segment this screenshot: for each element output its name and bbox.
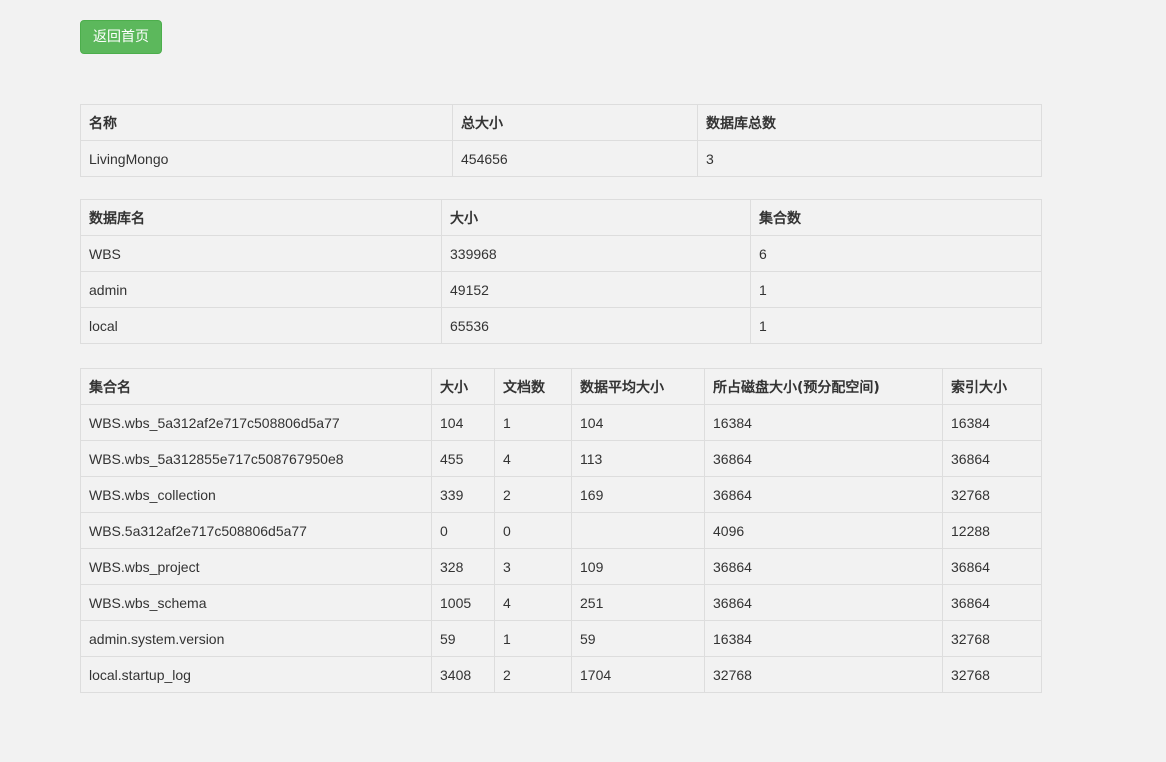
cell-doc-count: 1 [494, 404, 572, 441]
cell-size: 59 [431, 620, 495, 657]
cell-doc-count: 4 [494, 584, 572, 621]
cell-size: 104 [431, 404, 495, 441]
table-row: admin.system.version 59 1 59 16384 32768 [80, 620, 1042, 657]
cell-db-count: 3 [697, 140, 1042, 177]
table-row: WBS.wbs_5a312af2e717c508806d5a77 104 1 104 1… [80, 404, 1042, 441]
cell-storage-size: 36864 [704, 548, 943, 585]
cell-doc-count: 4 [494, 440, 572, 477]
cell-index-size: 32768 [942, 476, 1042, 513]
cell-index-size: 16384 [942, 404, 1042, 441]
cell-storage-size: 32768 [704, 656, 943, 693]
cell-size: 339968 [441, 235, 751, 272]
cell-db-name: admin [80, 271, 442, 308]
column-header-collection-name: 集合名 [80, 368, 432, 405]
cell-size: 0 [431, 512, 495, 549]
cell-collection-count: 1 [750, 271, 1042, 308]
cell-index-size: 36864 [942, 440, 1042, 477]
column-header-total-size: 总大小 [452, 104, 698, 141]
cell-size: 3408 [431, 656, 495, 693]
cell-doc-count: 3 [494, 548, 572, 585]
cell-index-size: 36864 [942, 584, 1042, 621]
cell-storage-size: 36864 [704, 440, 943, 477]
table-row: admin 49152 1 [80, 271, 1042, 308]
cell-size: 49152 [441, 271, 751, 308]
cell-size: 339 [431, 476, 495, 513]
cell-db-name: WBS [80, 235, 442, 272]
cell-avg-size: 169 [571, 476, 705, 513]
cell-collection-name: WBS.wbs_schema [80, 584, 432, 621]
cell-collection-name: WBS.wbs_5a312af2e717c508806d5a77 [80, 404, 432, 441]
table-row: local 65536 1 [80, 307, 1042, 344]
table-row: WBS.wbs_schema 1005 4 251 36864 36864 [80, 584, 1042, 621]
cell-avg-size [571, 512, 705, 549]
cell-db-name: local [80, 307, 442, 344]
column-header-size: 大小 [441, 199, 751, 236]
cell-avg-size: 1704 [571, 656, 705, 693]
column-header-db-name: 数据库名 [80, 199, 442, 236]
cell-server-name: LivingMongo [80, 140, 453, 177]
cell-index-size: 36864 [942, 548, 1042, 585]
cell-collection-name: WBS.wbs_project [80, 548, 432, 585]
column-header-avg-size: 数据平均大小 [571, 368, 705, 405]
cell-total-size: 454656 [452, 140, 698, 177]
table-row: WBS.wbs_5a312855e717c508767950e8 455 4 113 3… [80, 440, 1042, 477]
cell-storage-size: 4096 [704, 512, 943, 549]
column-header-doc-count: 文档数 [494, 368, 572, 405]
server-summary-table: 名称 总大小 数据库总数 LivingMongo 454656 3 [80, 104, 1042, 177]
cell-size: 328 [431, 548, 495, 585]
column-header-index-size: 索引大小 [942, 368, 1042, 405]
cell-doc-count: 2 [494, 656, 572, 693]
cell-storage-size: 16384 [704, 404, 943, 441]
column-header-storage-size: 所占磁盘大小(预分配空间) [704, 368, 943, 405]
table-header-row: 集合名 大小 文档数 数据平均大小 所占磁盘大小(预分配空间) 索引大小 [80, 368, 1042, 405]
database-table: 数据库名 大小 集合数 WBS 339968 6 admin 49152 1 l… [80, 199, 1042, 344]
cell-size: 1005 [431, 584, 495, 621]
cell-doc-count: 0 [494, 512, 572, 549]
table-row: LivingMongo 454656 3 [80, 140, 1042, 177]
cell-size: 455 [431, 440, 495, 477]
cell-storage-size: 36864 [704, 476, 943, 513]
cell-index-size: 12288 [942, 512, 1042, 549]
table-row: WBS 339968 6 [80, 235, 1042, 272]
cell-avg-size: 251 [571, 584, 705, 621]
column-header-name: 名称 [80, 104, 453, 141]
cell-collection-name: WBS.wbs_5a312855e717c508767950e8 [80, 440, 432, 477]
table-row: WBS.5a312af2e717c508806d5a77 0 0 4096 12288 [80, 512, 1042, 549]
cell-size: 65536 [441, 307, 751, 344]
table-row: WBS.wbs_collection 339 2 169 36864 32768 [80, 476, 1042, 513]
back-to-home-button[interactable]: 返回首页 [80, 20, 162, 54]
table-row: WBS.wbs_project 328 3 109 36864 36864 [80, 548, 1042, 585]
cell-collection-count: 1 [750, 307, 1042, 344]
column-header-size: 大小 [431, 368, 495, 405]
cell-index-size: 32768 [942, 620, 1042, 657]
cell-collection-count: 6 [750, 235, 1042, 272]
cell-avg-size: 113 [571, 440, 705, 477]
table-header-row: 名称 总大小 数据库总数 [80, 104, 1042, 141]
cell-avg-size: 109 [571, 548, 705, 585]
cell-collection-name: local.startup_log [80, 656, 432, 693]
collection-table: 集合名 大小 文档数 数据平均大小 所占磁盘大小(预分配空间) 索引大小 WBS… [80, 368, 1042, 693]
table-row: local.startup_log 3408 2 1704 32768 32768 [80, 656, 1042, 693]
cell-avg-size: 59 [571, 620, 705, 657]
cell-index-size: 32768 [942, 656, 1042, 693]
column-header-db-count: 数据库总数 [697, 104, 1042, 141]
table-header-row: 数据库名 大小 集合数 [80, 199, 1042, 236]
column-header-collection-count: 集合数 [750, 199, 1042, 236]
cell-collection-name: WBS.5a312af2e717c508806d5a77 [80, 512, 432, 549]
cell-storage-size: 16384 [704, 620, 943, 657]
cell-storage-size: 36864 [704, 584, 943, 621]
cell-doc-count: 1 [494, 620, 572, 657]
cell-doc-count: 2 [494, 476, 572, 513]
cell-collection-name: admin.system.version [80, 620, 432, 657]
cell-collection-name: WBS.wbs_collection [80, 476, 432, 513]
cell-avg-size: 104 [571, 404, 705, 441]
